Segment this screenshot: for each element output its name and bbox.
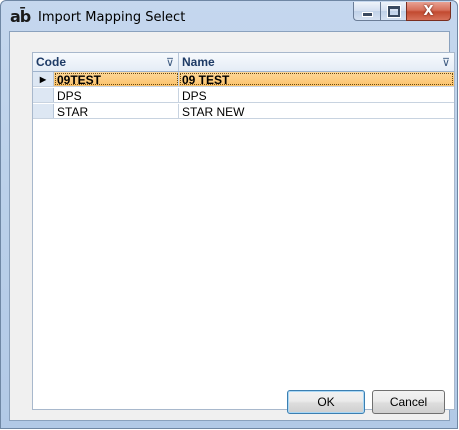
cell-code[interactable]: 09TEST	[54, 72, 179, 86]
window-title: Import Mapping Select	[38, 10, 186, 25]
ok-button[interactable]: OK	[287, 390, 365, 414]
filter-icon[interactable]: ⊽	[442, 56, 450, 69]
row-indicator[interactable]	[33, 104, 54, 118]
row-indicator[interactable]	[33, 88, 54, 102]
mapping-grid[interactable]: Code ⊽ Name ⊽ ▶ 09TEST 09 TEST DPS DPS S…	[32, 52, 455, 410]
caption-buttons: X	[353, 2, 451, 22]
cell-code[interactable]: STAR	[54, 104, 179, 118]
table-row[interactable]: DPS DPS	[33, 88, 454, 103]
grid-header: Code ⊽ Name ⊽	[33, 53, 454, 72]
minimize-button[interactable]	[353, 2, 380, 21]
maximize-icon	[387, 5, 400, 17]
column-header-code[interactable]: Code ⊽	[33, 53, 179, 71]
dialog-body: Code ⊽ Name ⊽ ▶ 09TEST 09 TEST DPS DPS S…	[9, 31, 455, 421]
minimize-icon	[361, 11, 373, 17]
title-bar[interactable]: ab̄ Import Mapping Select X	[1, 1, 457, 31]
maximize-button[interactable]	[380, 2, 406, 21]
column-header-name-label: Name	[182, 55, 215, 69]
column-header-name[interactable]: Name ⊽	[179, 53, 454, 71]
column-header-code-label: Code	[36, 55, 66, 69]
dialog-window: ab̄ Import Mapping Select X Code ⊽ Name	[0, 0, 458, 429]
filter-icon[interactable]: ⊽	[166, 56, 174, 69]
cancel-button[interactable]: Cancel	[372, 390, 445, 414]
cell-name[interactable]: STAR NEW	[179, 104, 454, 118]
cell-name[interactable]: 09 TEST	[179, 72, 454, 86]
table-row[interactable]: ▶ 09TEST 09 TEST	[33, 72, 454, 87]
cell-code[interactable]: DPS	[54, 88, 179, 102]
row-indicator[interactable]: ▶	[33, 72, 54, 86]
current-row-arrow-icon: ▶	[39, 74, 47, 84]
table-row[interactable]: STAR STAR NEW	[33, 104, 454, 119]
app-icon: ab̄	[10, 7, 31, 26]
close-button[interactable]: X	[406, 2, 451, 21]
cell-name[interactable]: DPS	[179, 88, 454, 102]
close-icon: X	[423, 3, 434, 19]
